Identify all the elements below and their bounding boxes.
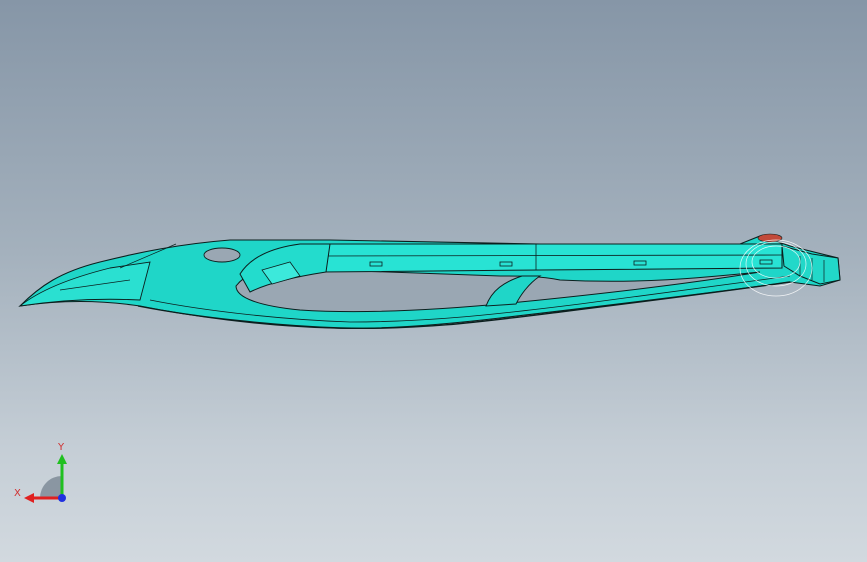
triad-plane-icon xyxy=(40,476,62,498)
triad-z-origin-icon xyxy=(58,494,66,502)
cad-viewport[interactable]: Y X xyxy=(0,0,867,562)
triad-y-label: Y xyxy=(57,442,65,453)
part-upper-rail xyxy=(321,243,783,273)
part-hole xyxy=(203,247,241,263)
triad-x-label: X xyxy=(14,488,21,499)
triad-x-arrowhead-icon xyxy=(24,493,34,503)
cad-part-model[interactable] xyxy=(0,0,867,562)
part-highlight-mark xyxy=(757,233,783,243)
coordinate-triad: Y X xyxy=(14,442,67,503)
triad-y-arrowhead-icon xyxy=(57,454,67,464)
